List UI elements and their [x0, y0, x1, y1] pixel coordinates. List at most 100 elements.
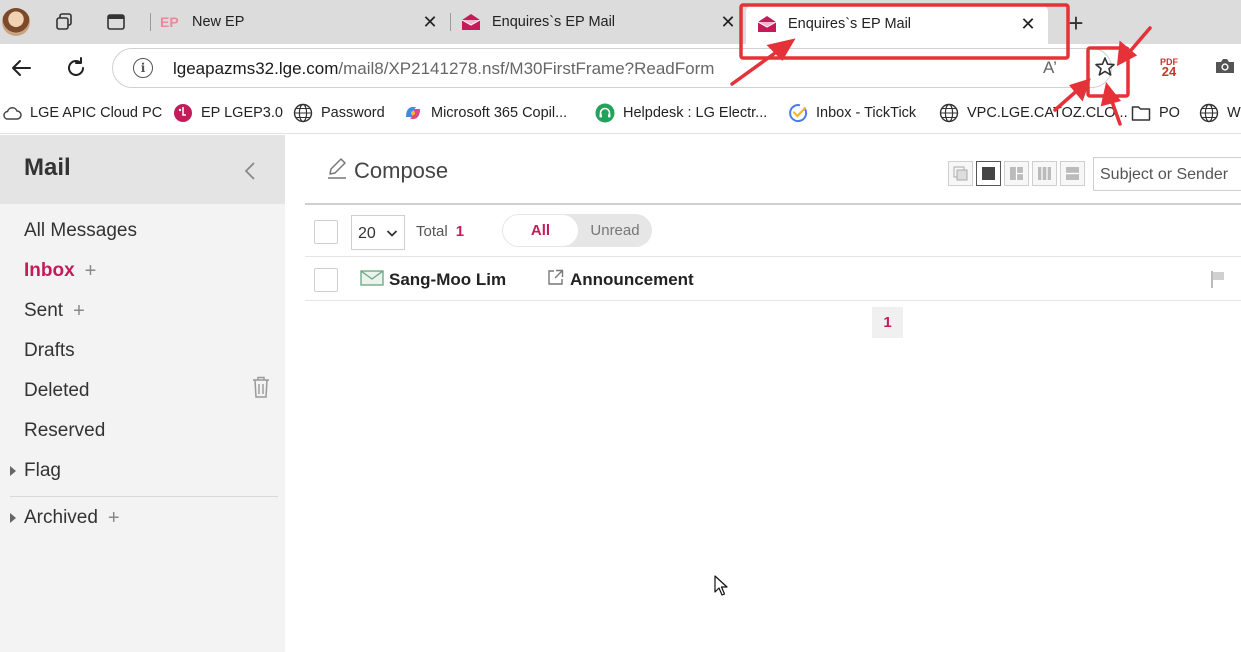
vertical-tabs-icon[interactable] — [104, 10, 128, 34]
bookmark-ep-lgep[interactable]: EP LGEP3.0 — [173, 102, 283, 124]
view-split-columns-icon[interactable] — [1032, 161, 1057, 186]
folder-inbox[interactable]: Inbox + — [24, 257, 96, 285]
add-subfolder-icon[interactable]: + — [85, 260, 97, 283]
page-size-value: 20 — [358, 225, 376, 242]
folder-drafts[interactable]: Drafts — [24, 337, 75, 365]
folder-reserved[interactable]: Reserved — [24, 417, 105, 445]
total-count: Total 1 — [416, 223, 464, 240]
refresh-icon[interactable] — [62, 54, 90, 82]
folder-all-messages[interactable]: All Messages — [24, 217, 137, 245]
bookmark-label: VPC.LGE.CATOZ.CLO... — [967, 105, 1128, 121]
message-checkbox[interactable] — [314, 268, 338, 292]
tab-title: New EP — [192, 14, 245, 30]
view-split-vertical-icon[interactable] — [1004, 161, 1029, 186]
empty-trash-icon[interactable] — [250, 375, 272, 404]
filter-all-button[interactable]: All — [503, 215, 578, 246]
folder-label: All Messages — [24, 220, 137, 241]
bookmarks-bar: LGE APIC Cloud PC EP LGEP3.0 Password Mi… — [0, 92, 1241, 134]
bookmark-label: PO — [1159, 105, 1180, 121]
tab-ep-mail[interactable]: Enquires`s EP Mail ✕ — [450, 4, 748, 40]
message-subject[interactable]: Announcement — [547, 268, 694, 292]
view-list-icon[interactable] — [976, 161, 1001, 186]
bookmark-ticktick[interactable]: Inbox - TickTick — [788, 102, 916, 124]
collapse-sidebar-chevron-icon[interactable] — [240, 157, 260, 185]
ep-logo-icon: EP — [160, 11, 182, 33]
chevron-down-icon — [386, 226, 398, 244]
tab-new-ep[interactable]: EP New EP ✕ — [150, 4, 450, 40]
bookmark-label: EP LGEP3.0 — [201, 105, 283, 121]
flag-icon[interactable] — [1209, 269, 1227, 294]
headset-icon — [595, 103, 615, 123]
lg-logo-icon — [173, 103, 193, 123]
compose-label: Compose — [354, 158, 449, 183]
row-divider — [305, 300, 1241, 301]
folder-archived[interactable]: Archived + — [10, 504, 120, 532]
sender-name: Sang-Moo Lim — [389, 270, 507, 289]
close-tab-icon[interactable]: ✕ — [1018, 14, 1038, 35]
view-thread-icon[interactable] — [948, 161, 973, 186]
page-size-select[interactable]: 20 — [351, 215, 405, 250]
site-info-icon[interactable]: i — [133, 58, 153, 78]
pencil-icon — [326, 156, 348, 186]
pdf24-extension-icon[interactable]: PDF 24 — [1158, 57, 1180, 78]
bookmark-w[interactable]: W — [1199, 102, 1241, 124]
folder-label: Inbox — [24, 260, 75, 281]
close-tab-icon[interactable]: ✕ — [718, 12, 738, 33]
sidebar-title: Mail — [24, 154, 71, 181]
read-aloud-icon[interactable]: A’ — [1043, 58, 1057, 78]
search-scope-select[interactable]: Subject or Sender — [1093, 157, 1241, 191]
address-bar[interactable]: i lgeapazms32.lge.com/mail8/XP2141278.ns… — [112, 48, 1112, 88]
folder-sent[interactable]: Sent + — [24, 297, 85, 325]
bookmark-label: LGE APIC Cloud PC — [30, 105, 163, 121]
expand-caret-icon[interactable] — [10, 513, 16, 523]
add-subfolder-icon[interactable]: + — [108, 507, 120, 530]
favorite-star-button[interactable] — [1088, 48, 1122, 88]
cloud-icon — [2, 103, 22, 123]
profile-avatar[interactable] — [2, 8, 30, 36]
bookmark-label: Helpdesk : LG Electr... — [623, 105, 768, 121]
url-host: lgeapazms32.lge.com — [173, 59, 339, 78]
list-top-divider — [305, 203, 1241, 205]
bookmark-label: W — [1227, 105, 1241, 121]
expand-caret-icon[interactable] — [10, 466, 16, 476]
select-all-checkbox[interactable] — [314, 220, 338, 244]
folder-deleted[interactable]: Deleted — [24, 377, 90, 405]
bookmark-lge-apic[interactable]: LGE APIC Cloud PC — [2, 102, 162, 124]
bookmark-helpdesk[interactable]: Helpdesk : LG Electr... — [595, 102, 767, 124]
new-tab-button[interactable]: + — [1062, 8, 1090, 39]
tab-ep-mail-active[interactable]: Enquires`s EP Mail ✕ — [746, 4, 1048, 44]
folder-flag[interactable]: Flag — [10, 457, 61, 485]
folder-label: Sent — [24, 300, 64, 321]
total-number: 1 — [455, 223, 465, 240]
collections-icon[interactable] — [52, 10, 76, 34]
close-tab-icon[interactable]: ✕ — [420, 12, 440, 33]
back-arrow-icon[interactable] — [7, 54, 35, 82]
folder-label: Reserved — [24, 420, 106, 441]
folder-label: Drafts — [24, 340, 75, 361]
svg-text:EP: EP — [160, 14, 179, 30]
total-label: Total — [416, 223, 448, 240]
mail-sidebar: Mail All Messages Inbox + Sent + Drafts … — [0, 135, 285, 652]
sidebar-divider — [10, 496, 278, 497]
address-url[interactable]: lgeapazms32.lge.com/mail8/XP2141278.nsf/… — [173, 59, 714, 79]
ticktick-icon — [788, 103, 808, 123]
screenshot-camera-icon[interactable] — [1214, 56, 1236, 81]
bookmark-label: Inbox - TickTick — [816, 105, 917, 121]
add-subfolder-icon[interactable]: + — [73, 300, 85, 323]
folder-label: Flag — [24, 460, 61, 481]
globe-icon — [1199, 103, 1219, 123]
view-split-horizontal-icon[interactable] — [1060, 161, 1085, 186]
message-sender[interactable]: Sang-Moo Lim — [360, 268, 506, 292]
pagination-page-1[interactable]: 1 — [872, 307, 903, 338]
bookmark-password[interactable]: Password — [293, 102, 385, 124]
row-divider — [305, 256, 1241, 257]
bookmark-folder-po[interactable]: PO — [1131, 102, 1180, 124]
subject-text: Announcement — [570, 270, 694, 289]
open-new-window-icon[interactable] — [547, 269, 564, 291]
compose-button[interactable]: Compose — [326, 155, 448, 187]
browser-toolbar: i lgeapazms32.lge.com/mail8/XP2141278.ns… — [0, 44, 1241, 92]
bookmark-vpc[interactable]: VPC.LGE.CATOZ.CLO... — [939, 102, 1128, 124]
bookmark-copilot[interactable]: Microsoft 365 Copil... — [403, 102, 567, 124]
read-filter-toggle: All Unread — [502, 214, 652, 247]
filter-unread-button[interactable]: Unread — [578, 214, 652, 247]
